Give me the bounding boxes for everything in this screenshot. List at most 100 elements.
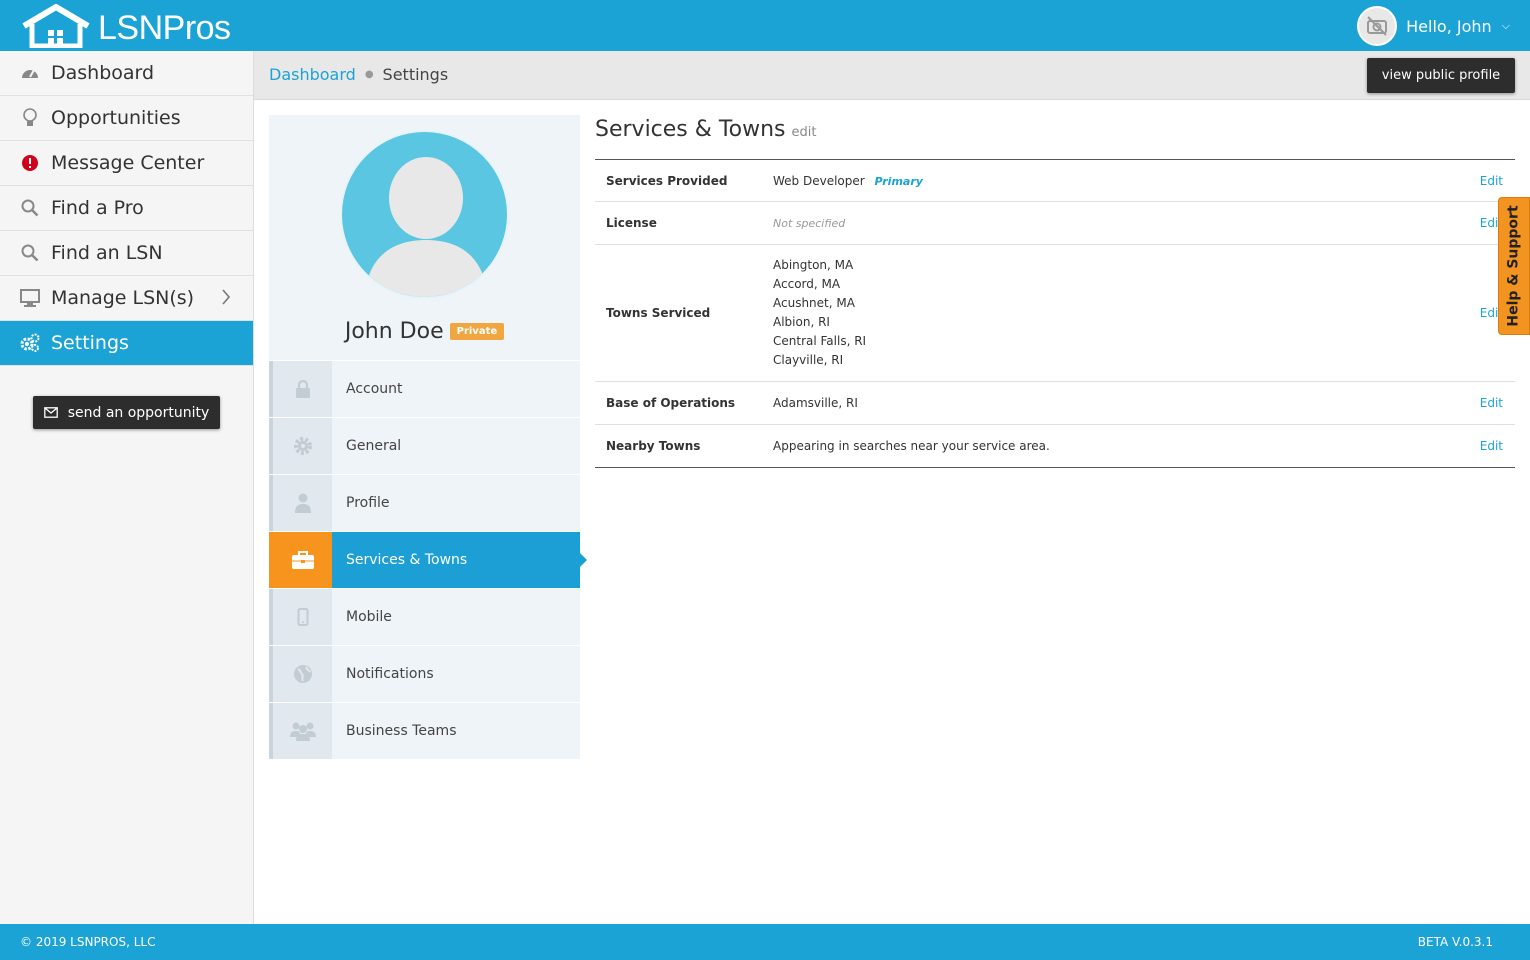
list-item: Acushnet, MA bbox=[773, 296, 855, 310]
settings-nav-notifications[interactable]: Notifications bbox=[269, 645, 580, 702]
envelope-icon bbox=[43, 407, 58, 418]
sidebar-item-label: Find a Pro bbox=[51, 197, 144, 219]
breadcrumb-separator-icon: ● bbox=[364, 69, 374, 80]
settings-panel: John Doe Private Account General Profile… bbox=[269, 115, 587, 759]
service-name: Web Developer bbox=[773, 173, 865, 188]
row-value: Not specified bbox=[773, 216, 846, 230]
list-item: Abington, MA bbox=[773, 258, 854, 272]
settings-nav-label: Notifications bbox=[346, 666, 434, 682]
breadcrumb-current: Settings bbox=[382, 65, 449, 84]
settings-nav-general[interactable]: General bbox=[269, 417, 580, 474]
details-table: Services Provided Web Developer Primary … bbox=[595, 159, 1515, 468]
row-license: License Not specified Edit bbox=[595, 202, 1515, 245]
dashboard-icon bbox=[20, 63, 40, 83]
chevron-down-icon: ⌵ bbox=[1501, 19, 1510, 32]
sidebar-item-find-an-lsn[interactable]: Find an LSN bbox=[0, 231, 253, 276]
house-logo-icon bbox=[22, 4, 90, 48]
user-menu[interactable]: Hello, John ⌵ bbox=[1357, 6, 1510, 46]
breadcrumb-bar: Dashboard ● Settings view public profile bbox=[254, 51, 1530, 100]
edit-nearby-link[interactable]: Edit bbox=[1480, 439, 1503, 453]
sidebar-item-opportunities[interactable]: Opportunities bbox=[0, 96, 253, 141]
sidebar-item-label: Message Center bbox=[51, 152, 205, 174]
list-item: Accord, MA bbox=[773, 277, 841, 291]
settings-nav-label: Mobile bbox=[346, 609, 392, 625]
sidebar-item-label: Find an LSN bbox=[51, 242, 163, 264]
copyright: © 2019 LSNPROS, LLC bbox=[20, 935, 156, 949]
avatar bbox=[1357, 6, 1398, 46]
user-greeting: Hello, John bbox=[1406, 16, 1492, 36]
no-photo-icon bbox=[1367, 16, 1388, 36]
sidebar-item-label: Settings bbox=[51, 332, 129, 354]
gears-icon bbox=[20, 333, 40, 353]
breadcrumb: Dashboard ● Settings bbox=[269, 65, 448, 84]
list-item: Albion, RI bbox=[773, 315, 830, 329]
sidebar-item-manage-lsns[interactable]: Manage LSN(s) bbox=[0, 276, 253, 321]
section-header: Services & Towns edit bbox=[595, 115, 1515, 159]
alert-icon bbox=[20, 153, 40, 173]
row-value: Web Developer Primary bbox=[773, 174, 1515, 188]
sidebar-item-find-a-pro[interactable]: Find a Pro bbox=[0, 186, 253, 231]
lightbulb-icon bbox=[20, 108, 40, 128]
row-label: Services Provided bbox=[606, 173, 728, 188]
send-opportunity-label: send an opportunity bbox=[67, 404, 210, 421]
row-value: Adamsville, RI bbox=[773, 396, 858, 410]
sidebar-item-message-center[interactable]: Message Center bbox=[0, 141, 253, 186]
profile-name: John Doe bbox=[344, 319, 444, 344]
team-icon bbox=[269, 703, 332, 759]
page-title: Services & Towns bbox=[595, 117, 786, 142]
settings-nav-label: Account bbox=[346, 381, 403, 397]
search-icon bbox=[20, 243, 40, 263]
lock-icon bbox=[269, 361, 332, 417]
settings-nav-account[interactable]: Account bbox=[269, 360, 580, 417]
settings-nav-label: General bbox=[346, 438, 402, 454]
gear-icon bbox=[269, 418, 332, 474]
settings-nav-profile[interactable]: Profile bbox=[269, 474, 580, 531]
list-item: Central Falls, RI bbox=[773, 334, 867, 348]
briefcase-icon bbox=[269, 532, 332, 588]
sidebar-item-dashboard[interactable]: Dashboard bbox=[0, 51, 253, 96]
help-support-tab[interactable]: Help & Support bbox=[1498, 197, 1530, 335]
row-label: Towns Serviced bbox=[606, 306, 711, 320]
sidebar-item-label: Manage LSN(s) bbox=[51, 287, 195, 309]
logo[interactable]: LSNPros bbox=[20, 4, 231, 48]
search-icon bbox=[20, 198, 40, 218]
list-item: Clayville, RI bbox=[773, 353, 844, 367]
row-towns-serviced: Towns Serviced Abington, MA Accord, MA A… bbox=[595, 245, 1515, 382]
towns-list: Abington, MA Accord, MA Acushnet, MA Alb… bbox=[773, 256, 1515, 370]
row-label: Base of Operations bbox=[606, 396, 736, 410]
mobile-icon bbox=[269, 589, 332, 645]
settings-nav-label: Profile bbox=[346, 495, 390, 511]
profile-header: John Doe Private bbox=[269, 115, 580, 360]
help-support-label: Help & Support bbox=[1506, 205, 1523, 327]
sidebar: Dashboard Opportunities Message Center F… bbox=[0, 51, 254, 924]
footer: © 2019 LSNPROS, LLC BETA V.0.3.1 bbox=[0, 924, 1530, 960]
breadcrumb-dashboard-link[interactable]: Dashboard bbox=[269, 65, 356, 84]
edit-base-link[interactable]: Edit bbox=[1480, 396, 1503, 410]
monitor-icon bbox=[20, 288, 40, 308]
chevron-right-icon bbox=[221, 288, 231, 311]
top-bar: LSNPros Hello, John ⌵ bbox=[0, 0, 1530, 51]
globe-icon bbox=[269, 646, 332, 702]
send-opportunity-button[interactable]: send an opportunity bbox=[33, 396, 220, 429]
edit-services-link[interactable]: Edit bbox=[1480, 174, 1503, 188]
profile-avatar[interactable] bbox=[340, 130, 509, 299]
primary-tag: Primary bbox=[874, 174, 923, 188]
brand-name: LSNPros bbox=[98, 9, 231, 47]
profile-name-row: John Doe Private bbox=[269, 319, 580, 344]
title-edit-link[interactable]: edit bbox=[791, 125, 816, 140]
settings-nav-mobile[interactable]: Mobile bbox=[269, 588, 580, 645]
sidebar-item-label: Opportunities bbox=[51, 107, 181, 129]
settings-nav-business-teams[interactable]: Business Teams bbox=[269, 702, 580, 759]
row-nearby-towns: Nearby Towns Appearing in searches near … bbox=[595, 425, 1515, 467]
user-icon bbox=[269, 475, 332, 531]
user-silhouette-icon bbox=[364, 157, 488, 297]
view-public-profile-button[interactable]: view public profile bbox=[1367, 58, 1515, 93]
settings-nav-label: Business Teams bbox=[346, 723, 457, 739]
sidebar-item-settings[interactable]: Settings bbox=[0, 321, 253, 366]
settings-nav-services-towns[interactable]: Services & Towns bbox=[269, 531, 587, 588]
row-value: Appearing in searches near your service … bbox=[773, 439, 1050, 453]
privacy-badge: Private bbox=[449, 323, 505, 340]
row-base-of-operations: Base of Operations Adamsville, RI Edit bbox=[595, 382, 1515, 425]
services-towns-section: Services & Towns edit Services Provided … bbox=[595, 115, 1515, 468]
row-label: License bbox=[606, 216, 657, 230]
